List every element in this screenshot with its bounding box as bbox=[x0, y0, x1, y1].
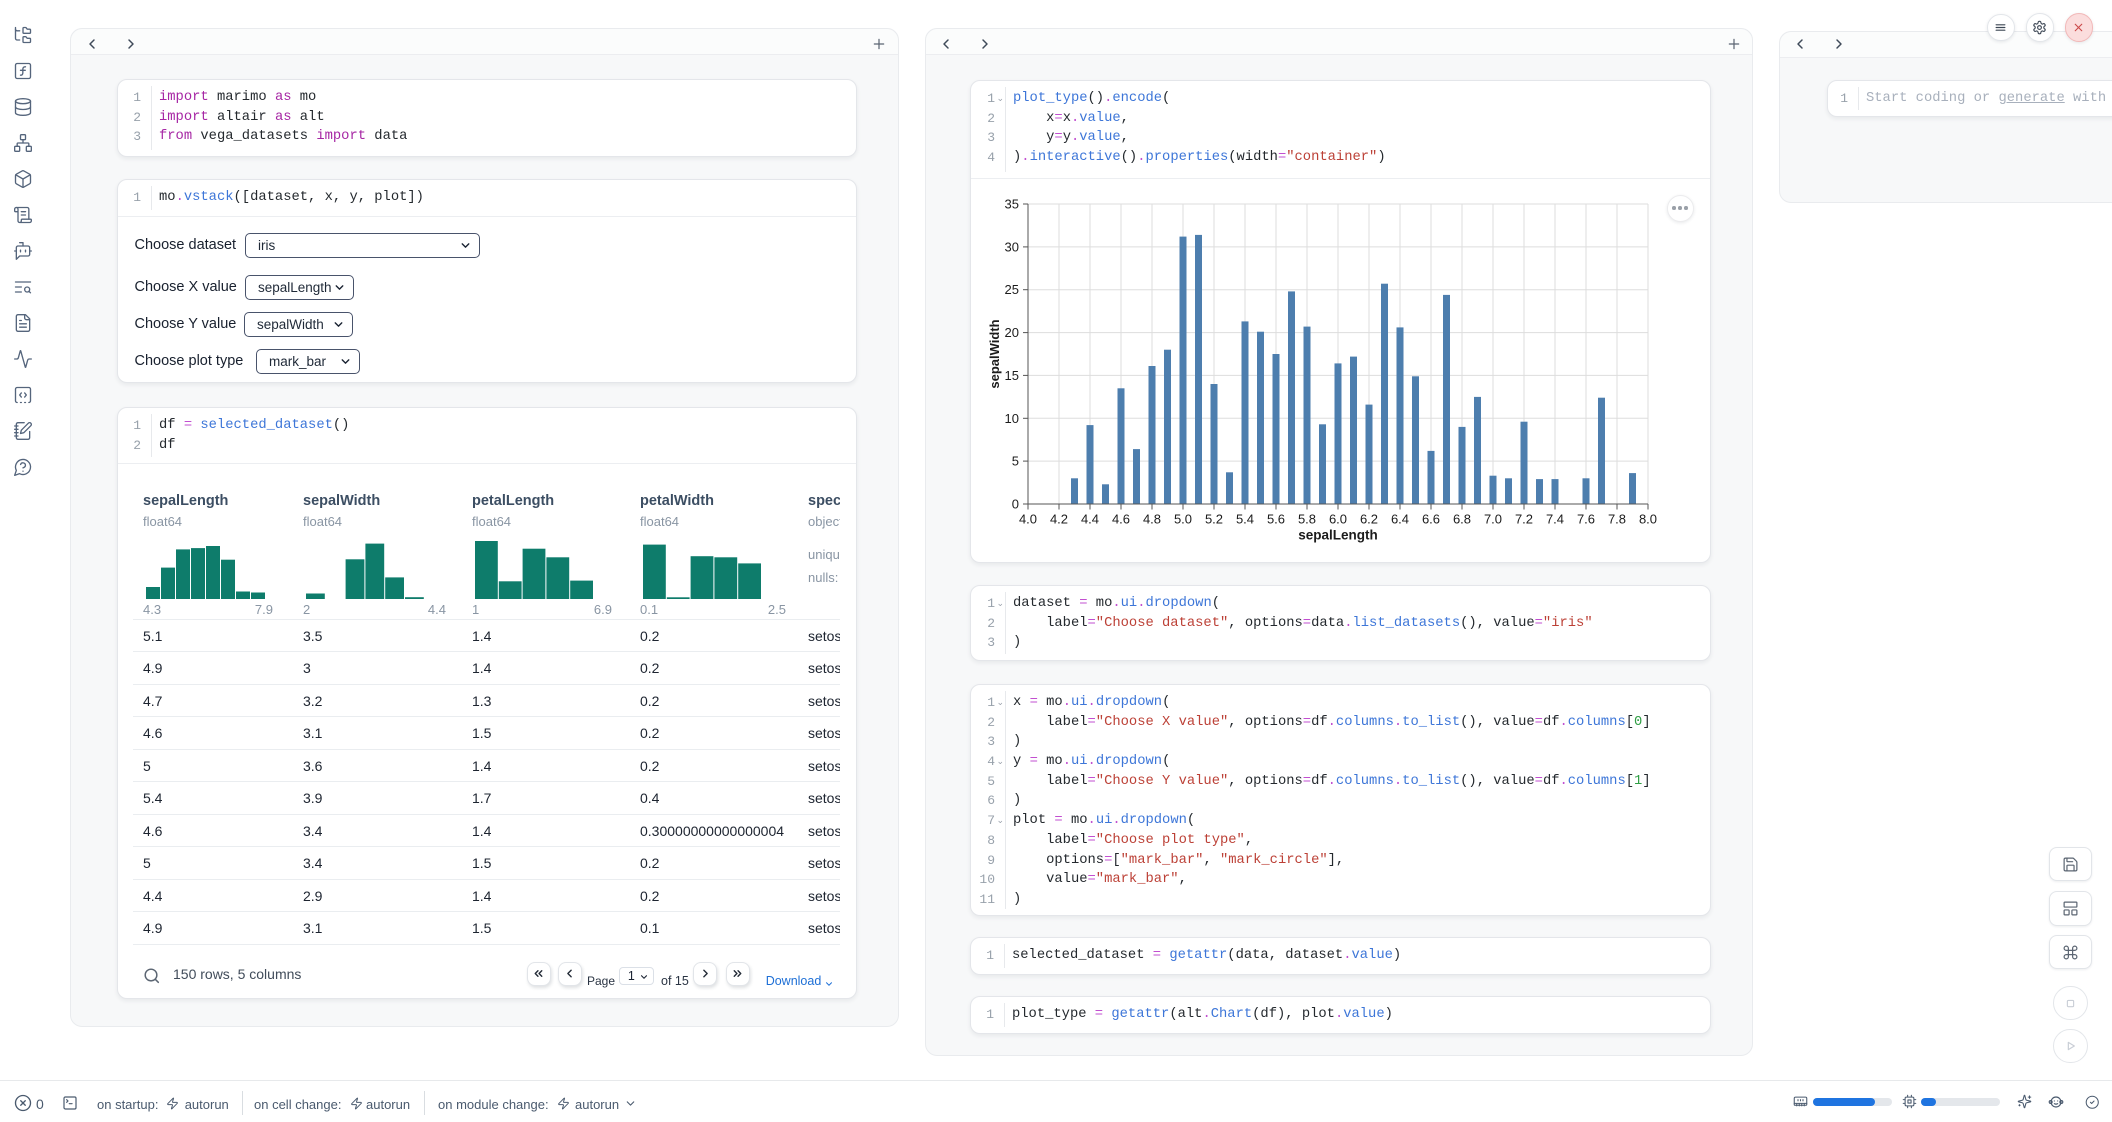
svg-text:20: 20 bbox=[1005, 325, 1019, 340]
svg-text:5.4: 5.4 bbox=[1236, 512, 1254, 527]
svg-text:sepalLength: sepalLength bbox=[1298, 528, 1378, 543]
svg-text:4.4: 4.4 bbox=[1081, 512, 1099, 527]
svg-text:25: 25 bbox=[1005, 282, 1019, 297]
svg-text:sepalWidth: sepalWidth bbox=[987, 319, 1002, 388]
svg-text:5.0: 5.0 bbox=[1174, 512, 1192, 527]
svg-text:5.6: 5.6 bbox=[1267, 512, 1285, 527]
svg-text:5.8: 5.8 bbox=[1298, 512, 1316, 527]
svg-text:6.4: 6.4 bbox=[1391, 512, 1409, 527]
svg-text:6.0: 6.0 bbox=[1329, 512, 1347, 527]
svg-text:6.8: 6.8 bbox=[1453, 512, 1471, 527]
svg-text:4.2: 4.2 bbox=[1050, 512, 1068, 527]
svg-text:6.2: 6.2 bbox=[1360, 512, 1378, 527]
svg-text:7.0: 7.0 bbox=[1484, 512, 1502, 527]
svg-text:7.4: 7.4 bbox=[1546, 512, 1564, 527]
svg-text:30: 30 bbox=[1005, 239, 1019, 254]
svg-text:7.6: 7.6 bbox=[1577, 512, 1595, 527]
svg-text:5: 5 bbox=[1012, 454, 1019, 469]
svg-text:7.2: 7.2 bbox=[1515, 512, 1533, 527]
svg-text:4.8: 4.8 bbox=[1143, 512, 1161, 527]
svg-text:8.0: 8.0 bbox=[1639, 512, 1657, 527]
svg-text:15: 15 bbox=[1005, 368, 1019, 383]
svg-text:10: 10 bbox=[1005, 411, 1019, 426]
svg-text:4.6: 4.6 bbox=[1112, 512, 1130, 527]
svg-text:7.8: 7.8 bbox=[1608, 512, 1626, 527]
svg-text:0: 0 bbox=[1012, 497, 1019, 512]
svg-text:35: 35 bbox=[1005, 197, 1019, 212]
svg-text:6.6: 6.6 bbox=[1422, 512, 1440, 527]
svg-text:5.2: 5.2 bbox=[1205, 512, 1223, 527]
svg-text:4.0: 4.0 bbox=[1019, 512, 1037, 527]
